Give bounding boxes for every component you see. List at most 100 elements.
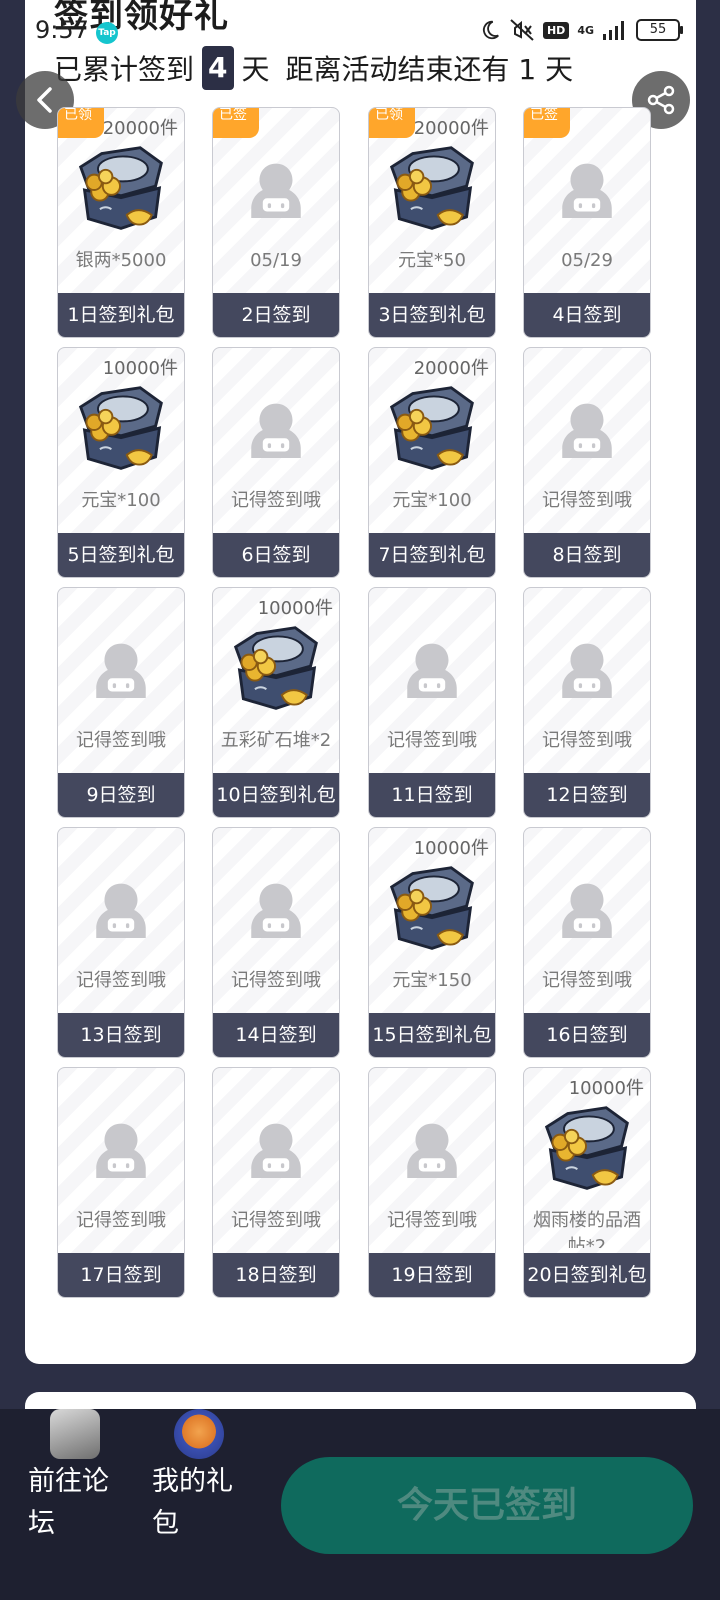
checkin-card-day-1[interactable]: 已领 20000件 银两*5000 1日签到礼包 (57, 107, 185, 338)
signal-icon (603, 21, 624, 40)
checkin-card-day-20[interactable]: 10000件 烟雨楼的品酒帖*2 20日签到礼包 (523, 1067, 651, 1298)
card-day-label: 12日签到 (524, 773, 650, 817)
treasure-chest-icon (524, 1100, 650, 1200)
placeholder-avatar-icon (213, 1100, 339, 1200)
forum-label: 前往论坛 (28, 1466, 109, 1539)
stock-quantity: 10000件 (102, 358, 178, 379)
card-description: 银两*5000 (75, 250, 167, 271)
stock-quantity: 10000件 (257, 598, 333, 619)
my-gifts-label: 我的礼包 (152, 1466, 233, 1539)
treasure-chest-icon (369, 860, 495, 960)
treasure-chest-icon (58, 140, 184, 240)
placeholder-avatar-icon (58, 620, 184, 720)
card-day-label: 14日签到 (213, 1013, 339, 1057)
card-day-label: 9日签到 (58, 773, 184, 817)
card-description: 记得签到哦 (387, 730, 477, 751)
tap-app-icon: Tap (96, 22, 118, 44)
checkin-card-day-8[interactable]: 记得签到哦 8日签到 (523, 347, 651, 578)
card-day-label: 8日签到 (524, 533, 650, 577)
claimed-tag: 已领 (369, 108, 415, 138)
chevron-left-icon (37, 87, 52, 113)
mute-icon (510, 19, 534, 41)
card-description: 记得签到哦 (387, 1210, 477, 1231)
placeholder-avatar-icon (213, 860, 339, 960)
countdown-text: 距离活动结束还有 1 天 (285, 53, 574, 86)
treasure-chest-icon (369, 380, 495, 480)
card-day-label: 16日签到 (524, 1013, 650, 1057)
checkin-card-day-5[interactable]: 10000件 元宝*100 5日签到礼包 (57, 347, 185, 578)
checkin-card-day-19[interactable]: 记得签到哦 19日签到 (368, 1067, 496, 1298)
card-day-label: 7日签到礼包 (369, 533, 495, 577)
card-day-label: 11日签到 (369, 773, 495, 817)
checkin-card-day-18[interactable]: 记得签到哦 18日签到 (212, 1067, 340, 1298)
checkin-card-day-7[interactable]: 20000件 元宝*100 7日签到礼包 (368, 347, 496, 578)
card-description: 记得签到哦 (76, 1210, 166, 1231)
card-day-label: 10日签到礼包 (213, 773, 339, 817)
checkin-card-day-9[interactable]: 记得签到哦 9日签到 (57, 587, 185, 818)
checkin-suffix: 天 (241, 53, 270, 86)
stock-quantity: 10000件 (568, 1078, 644, 1099)
card-description: 记得签到哦 (76, 730, 166, 751)
placeholder-avatar-icon (524, 860, 650, 960)
placeholder-avatar-icon (524, 140, 650, 240)
gift-avatar-icon (174, 1409, 224, 1459)
checkin-card-day-14[interactable]: 记得签到哦 14日签到 (212, 827, 340, 1058)
hd-badge: HD (542, 21, 570, 39)
stock-quantity: 20000件 (413, 358, 489, 379)
placeholder-avatar-icon (369, 1100, 495, 1200)
card-description: 元宝*100 (81, 490, 161, 511)
checkin-card-day-6[interactable]: 记得签到哦 6日签到 (212, 347, 340, 578)
status-icons: HD 4G 55 (479, 18, 683, 42)
checkin-card-day-2[interactable]: 已签 05/19 2日签到 (212, 107, 340, 338)
placeholder-avatar-icon (213, 140, 339, 240)
card-day-label: 13日签到 (58, 1013, 184, 1057)
checkin-card-day-15[interactable]: 10000件 元宝*150 15日签到礼包 (368, 827, 496, 1058)
treasure-chest-icon (58, 380, 184, 480)
checkin-card-day-16[interactable]: 记得签到哦 16日签到 (523, 827, 651, 1058)
checkin-button[interactable]: 今天已签到 (281, 1457, 693, 1554)
my-gifts-link[interactable]: 我的礼包 (152, 1409, 252, 1545)
checkin-card-day-11[interactable]: 记得签到哦 11日签到 (368, 587, 496, 818)
battery-icon: 55 (636, 19, 683, 41)
checkin-card-day-3[interactable]: 已领 20000件 元宝*50 3日签到礼包 (368, 107, 496, 338)
card-description: 记得签到哦 (542, 730, 632, 751)
card-description: 元宝*100 (392, 490, 472, 511)
card-day-label: 1日签到礼包 (58, 293, 184, 337)
checkin-card-day-10[interactable]: 10000件 五彩矿石堆*2 10日签到礼包 (212, 587, 340, 818)
card-description: 元宝*50 (398, 250, 466, 271)
checkin-card-day-17[interactable]: 记得签到哦 17日签到 (57, 1067, 185, 1298)
checkin-card-day-13[interactable]: 记得签到哦 13日签到 (57, 827, 185, 1058)
card-description: 五彩矿石堆*2 (220, 730, 332, 751)
card-day-label: 19日签到 (369, 1253, 495, 1297)
placeholder-avatar-icon (524, 620, 650, 720)
card-day-label: 5日签到礼包 (58, 533, 184, 577)
moon-icon (482, 20, 499, 40)
card-description: 记得签到哦 (76, 970, 166, 991)
claimed-tag: 已签 (524, 108, 570, 138)
checkin-summary: 已累计签到 4 天 距离活动结束还有 1 天 (54, 46, 573, 90)
checkin-card-day-4[interactable]: 已签 05/29 4日签到 (523, 107, 651, 338)
card-day-label: 3日签到礼包 (369, 293, 495, 337)
status-time: 9:57 (35, 16, 89, 44)
card-description: 烟雨楼的品酒帖*2 (533, 1210, 641, 1248)
placeholder-avatar-icon (213, 380, 339, 480)
claimed-tag: 已签 (213, 108, 259, 138)
card-day-label: 2日签到 (213, 293, 339, 337)
card-description: 05/19 (250, 250, 302, 271)
card-day-label: 18日签到 (213, 1253, 339, 1297)
treasure-chest-icon (213, 620, 339, 720)
placeholder-avatar-icon (58, 860, 184, 960)
claimed-tag: 已领 (58, 108, 104, 138)
placeholder-avatar-icon (58, 1100, 184, 1200)
card-day-label: 17日签到 (58, 1253, 184, 1297)
card-description: 记得签到哦 (231, 1210, 321, 1231)
card-description: 记得签到哦 (231, 490, 321, 511)
stock-quantity: 10000件 (413, 838, 489, 859)
stock-quantity: 20000件 (413, 118, 489, 139)
card-description: 记得签到哦 (231, 970, 321, 991)
placeholder-avatar-icon (369, 620, 495, 720)
checkin-card-day-12[interactable]: 记得签到哦 12日签到 (523, 587, 651, 818)
forum-link[interactable]: 前往论坛 (28, 1409, 128, 1545)
card-day-label: 15日签到礼包 (369, 1013, 495, 1057)
card-description: 记得签到哦 (542, 970, 632, 991)
